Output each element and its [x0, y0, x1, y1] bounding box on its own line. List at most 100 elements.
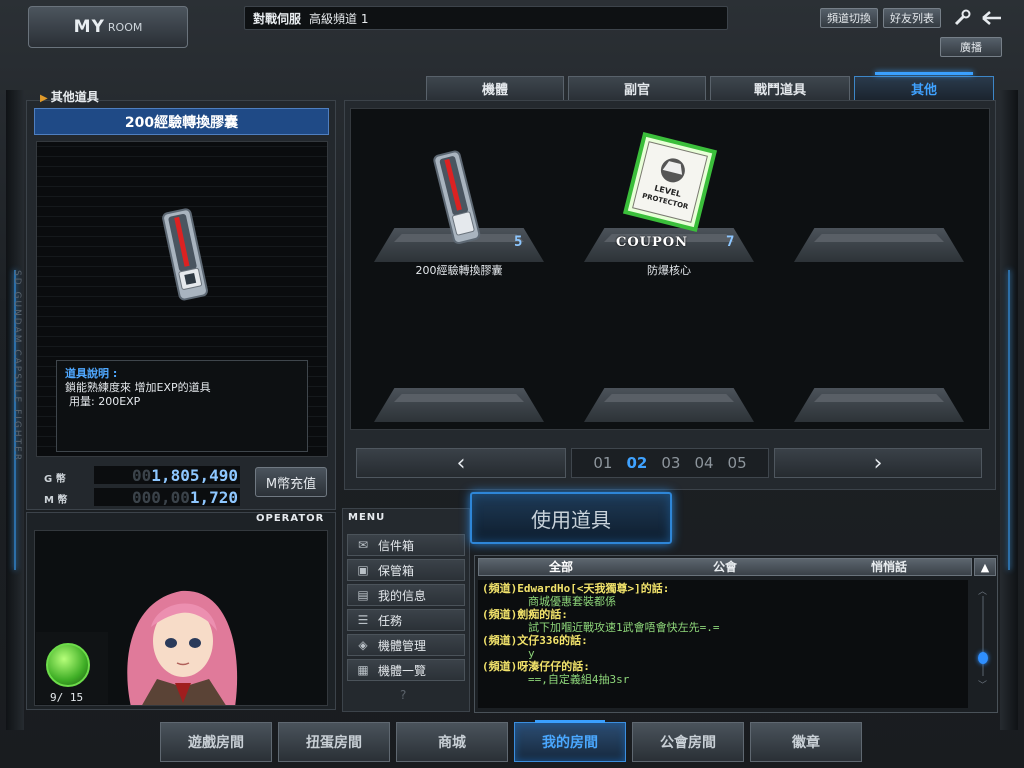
description-line-1: 鎖能熟練度來 增加EXP的道具 [65, 381, 211, 394]
g-currency-label: G 幣 [44, 474, 66, 485]
item-description: 道具說明 : 鎖能熟練度來 增加EXP的道具 用量: 200EXP [56, 360, 308, 452]
gift-box-icon: ▣ [357, 563, 369, 577]
m-currency-label: M 幣 [44, 495, 68, 506]
chat-tab-all[interactable]: 全部 [479, 559, 643, 575]
help-icon[interactable]: ? [400, 688, 406, 702]
logo-main: MY [73, 17, 105, 37]
menu-item-mailbox[interactable]: ✉ 信件箱 [347, 534, 465, 556]
menu-item-unit-list[interactable]: ▦ 機體一覽 [347, 659, 465, 681]
logo-sub: ROOM [107, 20, 143, 34]
triangle-up-icon: ▲ [980, 560, 990, 574]
m-recharge-button[interactable]: M幣充值 [255, 467, 327, 497]
page-number[interactable]: 05 [728, 454, 747, 472]
checklist-icon: ☰ [357, 613, 369, 627]
chat-speaker: (頻道)EdwardHo[<天我獨尊>]的話: [482, 582, 670, 595]
section-title-text: 其他道具 [50, 90, 99, 104]
page-number[interactable]: 01 [593, 454, 612, 472]
chat-collapse-button[interactable]: ▲ [974, 558, 996, 576]
page-selector: 01 02 03 04 05 [571, 448, 769, 478]
mecha-icon: ◈ [358, 638, 368, 652]
g-currency-amount: 1,805,490 [151, 466, 238, 485]
catalog-icon: ▦ [357, 663, 369, 677]
chat-speaker: (頻道)文仔336的話: [482, 634, 588, 647]
chat-message: ==,自定義組4抽3sr [528, 673, 630, 686]
capsule-icon [162, 208, 208, 301]
tab-others[interactable]: 其他 [854, 72, 994, 100]
nav-gacha-room[interactable]: 扭蛋房間 [278, 722, 390, 762]
channel-name: 高級頻道 1 [309, 11, 369, 26]
inventory-slot-empty[interactable] [794, 388, 964, 422]
chat-tabs: 全部 公會 悄悄話 [478, 558, 972, 576]
clover-icon [46, 643, 90, 687]
level-protector-card-icon[interactable]: LEVEL PROTECTOR [620, 132, 720, 232]
channel-switch-button[interactable]: 頻道切換 [820, 8, 878, 28]
prev-page-button[interactable]: ‹ [356, 448, 566, 478]
menu-item-storage[interactable]: ▣ 保管箱 [347, 559, 465, 581]
mail-icon: ✉ [357, 538, 369, 552]
back-arrow-icon[interactable] [980, 8, 1004, 28]
page-number[interactable]: 04 [694, 454, 713, 472]
chat-message: y [528, 647, 535, 660]
chevron-right-icon: › [873, 450, 883, 476]
menu-item-label: 機體管理 [378, 638, 427, 653]
level-counter: 9/ 15 [50, 691, 84, 704]
chevron-left-icon: ‹ [456, 450, 466, 476]
capsule-item-icon[interactable] [430, 148, 486, 248]
menu-item-my-info[interactable]: ▤ 我的信息 [347, 584, 465, 606]
chat-speaker: (頻道)劍痴的話: [482, 608, 568, 621]
menu-label: MENU [348, 512, 386, 523]
use-item-button[interactable]: 使用道具 [470, 492, 672, 544]
chat-tab-guild[interactable]: 公會 [643, 559, 807, 575]
next-page-button[interactable]: › [774, 448, 982, 478]
nav-shop[interactable]: 商城 [396, 722, 508, 762]
chat-speaker: (頻道)呀湊仔仔的話: [482, 660, 590, 673]
g-currency-value: 001,805,490 [94, 466, 240, 485]
menu-item-label: 任務 [378, 613, 403, 628]
chat-message: 試下加嗰近戰攻速1武會唔會快左先=.= [528, 621, 720, 634]
nav-game-room[interactable]: 遊戲房間 [160, 722, 272, 762]
inventory-slot-empty[interactable] [374, 388, 544, 422]
slot-quantity: 7 [726, 234, 735, 250]
triangle-icon: ▶ [40, 93, 48, 104]
slot-quantity: 5 [514, 234, 523, 250]
right-frame-edge [1000, 90, 1018, 730]
operator-label: OPERATOR [256, 513, 325, 524]
section-title: ▶ 其他道具 [40, 88, 99, 105]
nav-badges[interactable]: 徽章 [750, 722, 862, 762]
channel-bar: 對戰伺服 高級頻道 1 [244, 6, 728, 30]
chat-tab-whisper[interactable]: 悄悄話 [807, 559, 971, 575]
m-currency-pad: 000,00 [132, 488, 190, 507]
inventory-slot-empty[interactable] [794, 228, 964, 262]
nav-my-room[interactable]: 我的房間 [514, 720, 626, 762]
nav-guild-room[interactable]: 公會房間 [632, 722, 744, 762]
slot-item-name: 200經驗轉換膠囊 [415, 264, 503, 277]
description-line-2: 用量: 200EXP [69, 395, 141, 408]
inventory-slot-empty[interactable] [584, 388, 754, 422]
broadcast-button[interactable]: 廣播 [940, 37, 1002, 57]
operator-portrait [127, 590, 238, 705]
tab-units[interactable]: 機體 [426, 76, 564, 100]
coupon-badge: COUPON [616, 235, 688, 250]
scroll-thumb[interactable] [978, 652, 988, 664]
slot-item-name: 防爆核心 [647, 264, 691, 277]
description-title: 道具說明 : [65, 367, 118, 380]
menu-item-missions[interactable]: ☰ 任務 [347, 609, 465, 631]
scroll-down-icon[interactable]: ﹀ [978, 678, 987, 691]
server-name: 對戰伺服 [253, 11, 302, 26]
tab-operators[interactable]: 副官 [568, 76, 706, 100]
page-number[interactable]: 03 [661, 454, 680, 472]
menu-item-unit-management[interactable]: ◈ 機體管理 [347, 634, 465, 656]
side-brand-text: SD GUNDAM CAPSULE FIGHTER [12, 270, 22, 463]
menu-item-label: 信件箱 [378, 538, 415, 553]
page-number-current[interactable]: 02 [626, 454, 647, 472]
settings-wrench-icon[interactable] [950, 8, 974, 28]
friends-list-button[interactable]: 好友列表 [883, 8, 941, 28]
selected-item-name: 200經驗轉換膠囊 [34, 108, 329, 135]
menu-item-label: 保管箱 [378, 563, 415, 578]
tab-battle-items[interactable]: 戰鬥道具 [710, 76, 850, 100]
menu-item-label: 機體一覽 [378, 663, 427, 678]
menu-item-label: 我的信息 [378, 588, 427, 603]
chat-scrollbar[interactable]: ︿ ﹀ [976, 584, 990, 692]
my-room-logo: MY ROOM [28, 6, 188, 48]
m-currency-amount: 1,720 [189, 488, 238, 507]
